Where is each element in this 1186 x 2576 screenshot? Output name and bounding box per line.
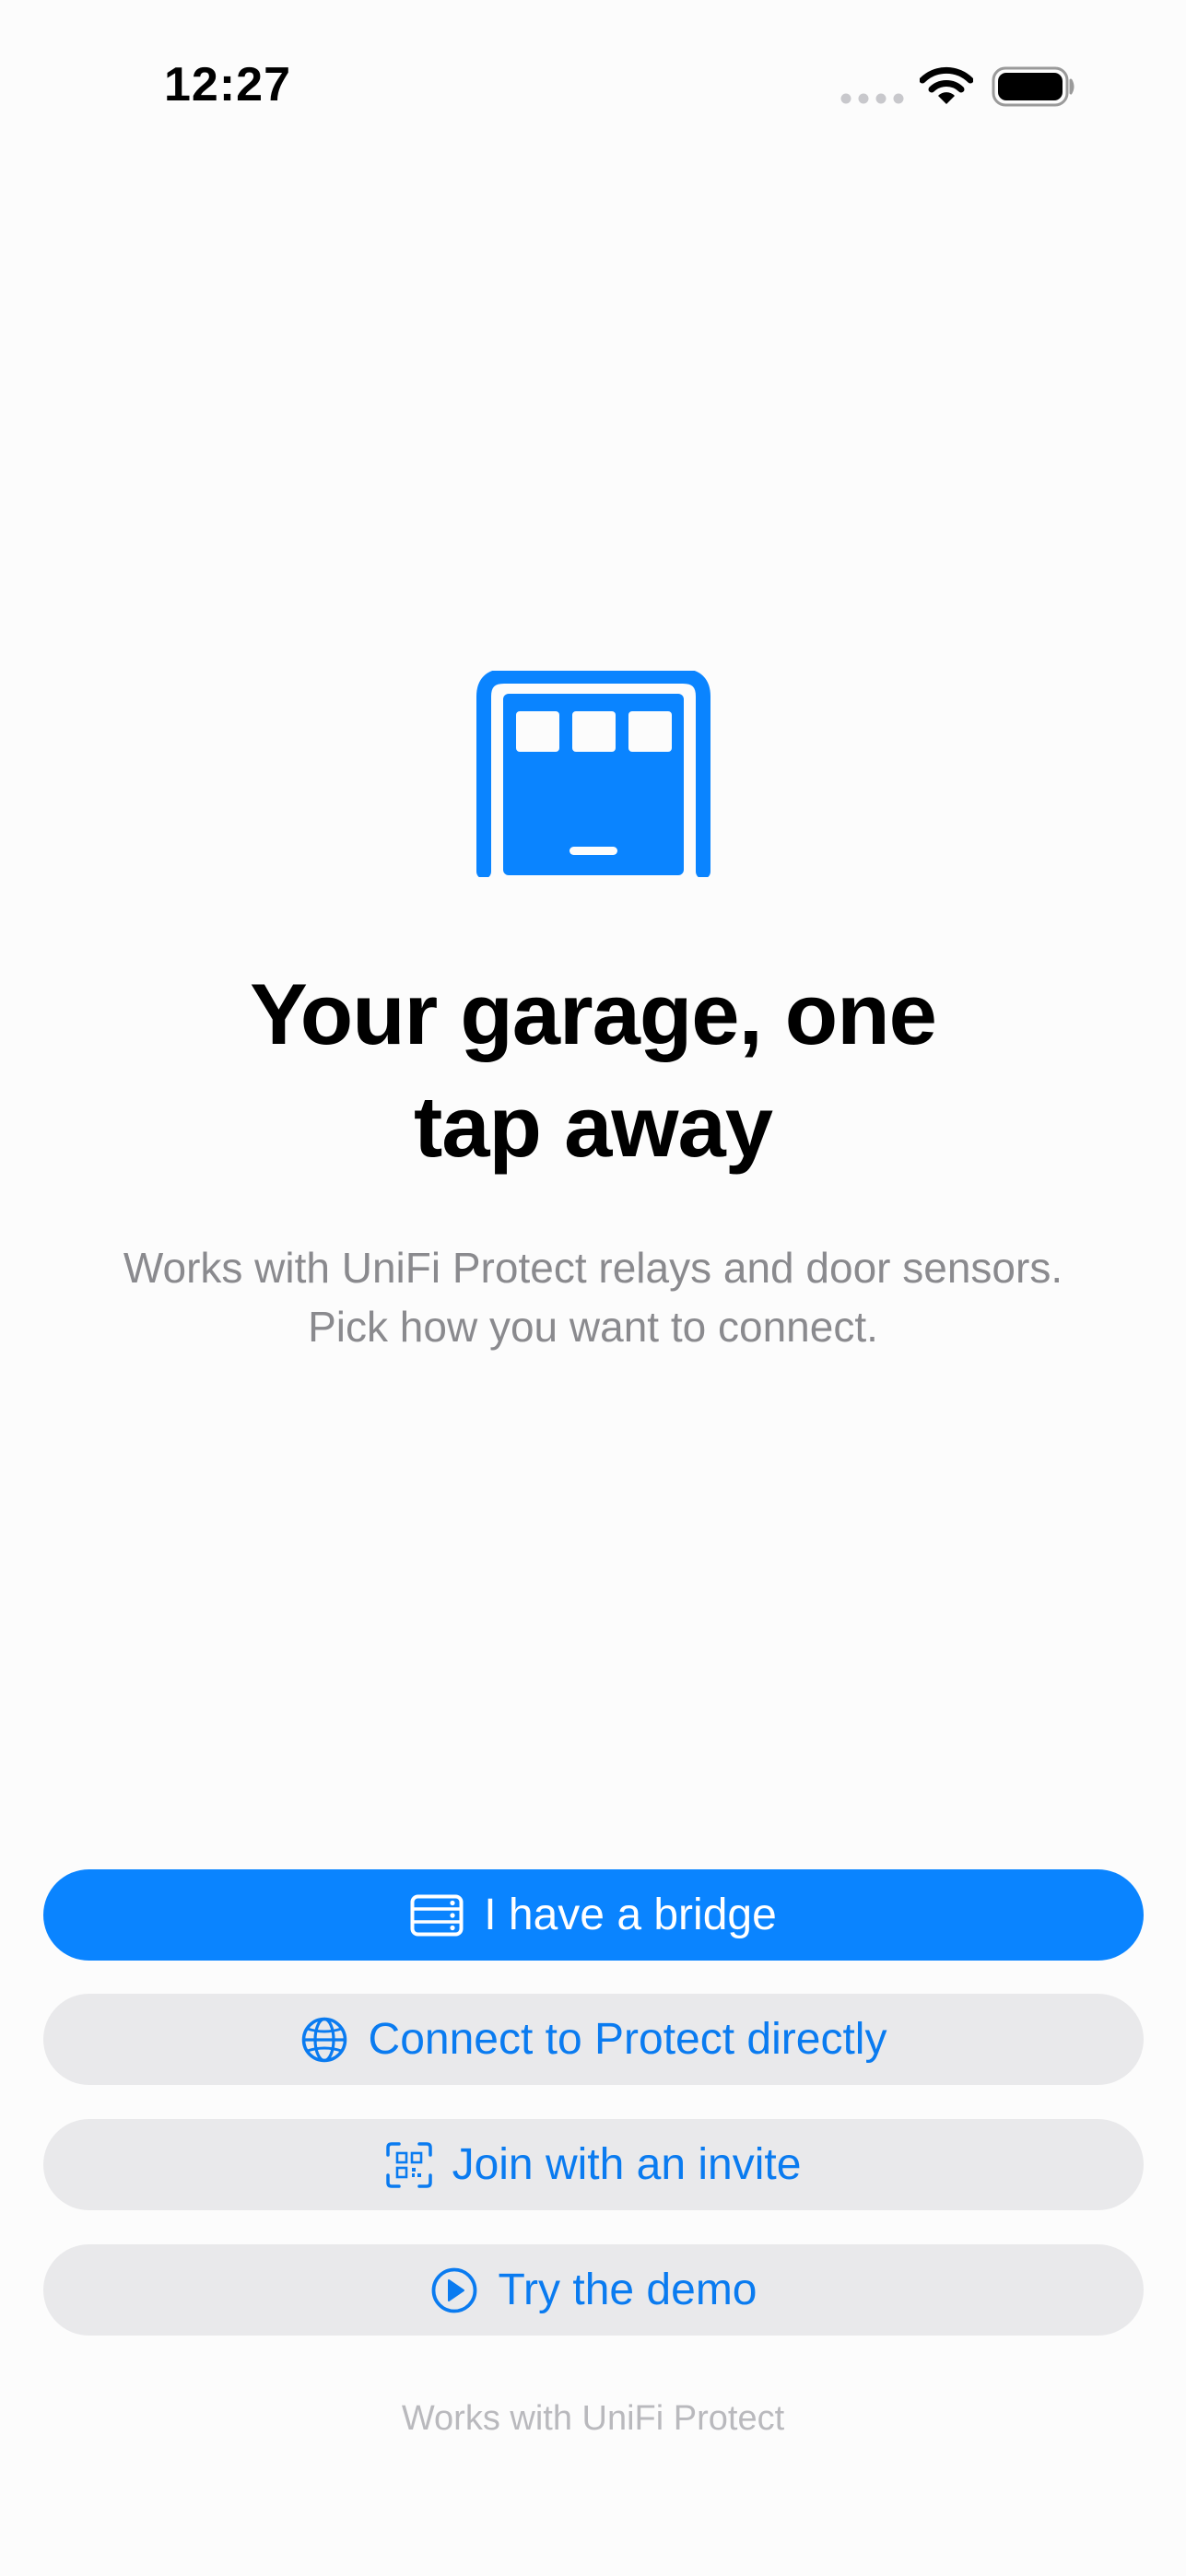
bridge-button[interactable]: I have a bridge bbox=[43, 1869, 1144, 1961]
globe-icon bbox=[301, 2017, 346, 2062]
connect-protect-button-label: Connect to Protect directly bbox=[368, 2015, 887, 2064]
connect-protect-button[interactable]: Connect to Protect directly bbox=[43, 1994, 1144, 2085]
try-demo-button[interactable]: Try the demo bbox=[43, 2244, 1144, 2336]
join-invite-button-label: Join with an invite bbox=[452, 2140, 802, 2189]
join-invite-button[interactable]: Join with an invite bbox=[43, 2119, 1144, 2210]
subtitle-line-1: Works with UniFi Protect relays and door… bbox=[123, 1244, 1063, 1292]
try-demo-button-label: Try the demo bbox=[498, 2266, 757, 2314]
footer-note: Works with UniFi Protect bbox=[401, 2399, 785, 2438]
server-icon bbox=[410, 1894, 464, 1936]
title-line-2: tap away bbox=[413, 1078, 773, 1175]
title-line-1: Your garage, one bbox=[250, 966, 937, 1062]
battery-icon bbox=[992, 66, 1074, 107]
garage-door-icon bbox=[476, 671, 710, 877]
play-circle-icon bbox=[431, 2267, 476, 2313]
subtitle-line-2: Pick how you want to connect. bbox=[308, 1303, 878, 1351]
status-bar: 12:27 bbox=[0, 0, 1186, 175]
page-title: Your garage, one tap away bbox=[129, 958, 1057, 1183]
bridge-button-label: I have a bridge bbox=[484, 1891, 777, 1939]
cellular-signal-icon bbox=[840, 93, 904, 104]
status-time: 12:27 bbox=[164, 58, 291, 111]
page-subtitle: Works with UniFi Protect relays and door… bbox=[55, 1238, 1131, 1356]
qr-code-icon bbox=[385, 2141, 432, 2188]
wifi-icon bbox=[920, 66, 973, 104]
